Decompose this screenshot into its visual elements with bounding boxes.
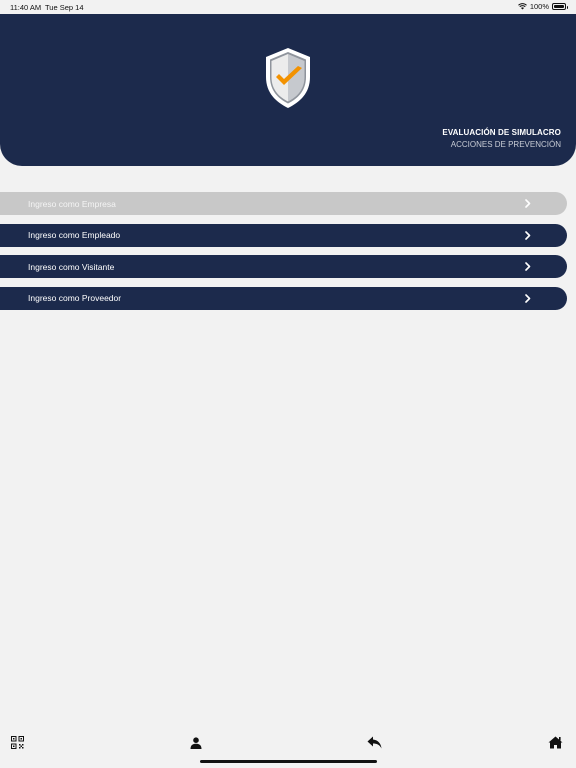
status-time: 11:40 AM: [10, 3, 42, 12]
chevron-right-icon: [525, 230, 531, 240]
qr-code-icon[interactable]: [11, 736, 24, 749]
reply-icon[interactable]: [367, 736, 382, 749]
menu-item-label: Ingreso como Empleado: [28, 230, 121, 240]
home-icon[interactable]: [548, 736, 563, 749]
login-menu: Ingreso como Empresa Ingreso como Emplea…: [0, 192, 567, 318]
chevron-right-icon: [525, 199, 531, 208]
menu-item-proveedor[interactable]: Ingreso como Proveedor: [0, 286, 567, 310]
chevron-right-icon: [525, 293, 531, 303]
status-bar: 11:40 AM Tue Sep 14 100%: [0, 0, 576, 14]
chevron-right-icon: [525, 262, 531, 271]
menu-item-visitante[interactable]: Ingreso como Visitante: [0, 255, 567, 278]
menu-item-empresa[interactable]: Ingreso como Empresa: [0, 192, 567, 215]
shield-check-icon: [266, 48, 310, 108]
menu-item-label: Ingreso como Proveedor: [28, 293, 122, 303]
battery-percent: 100%: [529, 2, 549, 11]
battery-icon: [552, 3, 568, 10]
home-indicator[interactable]: [200, 760, 377, 763]
menu-item-label: Ingreso como Empresa: [28, 198, 116, 209]
menu-item-empleado[interactable]: Ingreso como Empleado: [0, 223, 567, 247]
status-date: Tue Sep 14: [45, 3, 84, 12]
header-title: EVALUACIÓN DE SIMULACRO: [442, 128, 561, 137]
wifi-icon: [517, 3, 527, 10]
menu-item-label: Ingreso como Visitante: [28, 261, 115, 272]
person-icon[interactable]: [190, 737, 202, 749]
header-banner: EVALUACIÓN DE SIMULACRO ACCIONES DE PREV…: [0, 14, 576, 166]
header-subtitle: ACCIONES DE PREVENCIÓN: [450, 140, 561, 149]
status-indicators: 100%: [517, 2, 568, 11]
